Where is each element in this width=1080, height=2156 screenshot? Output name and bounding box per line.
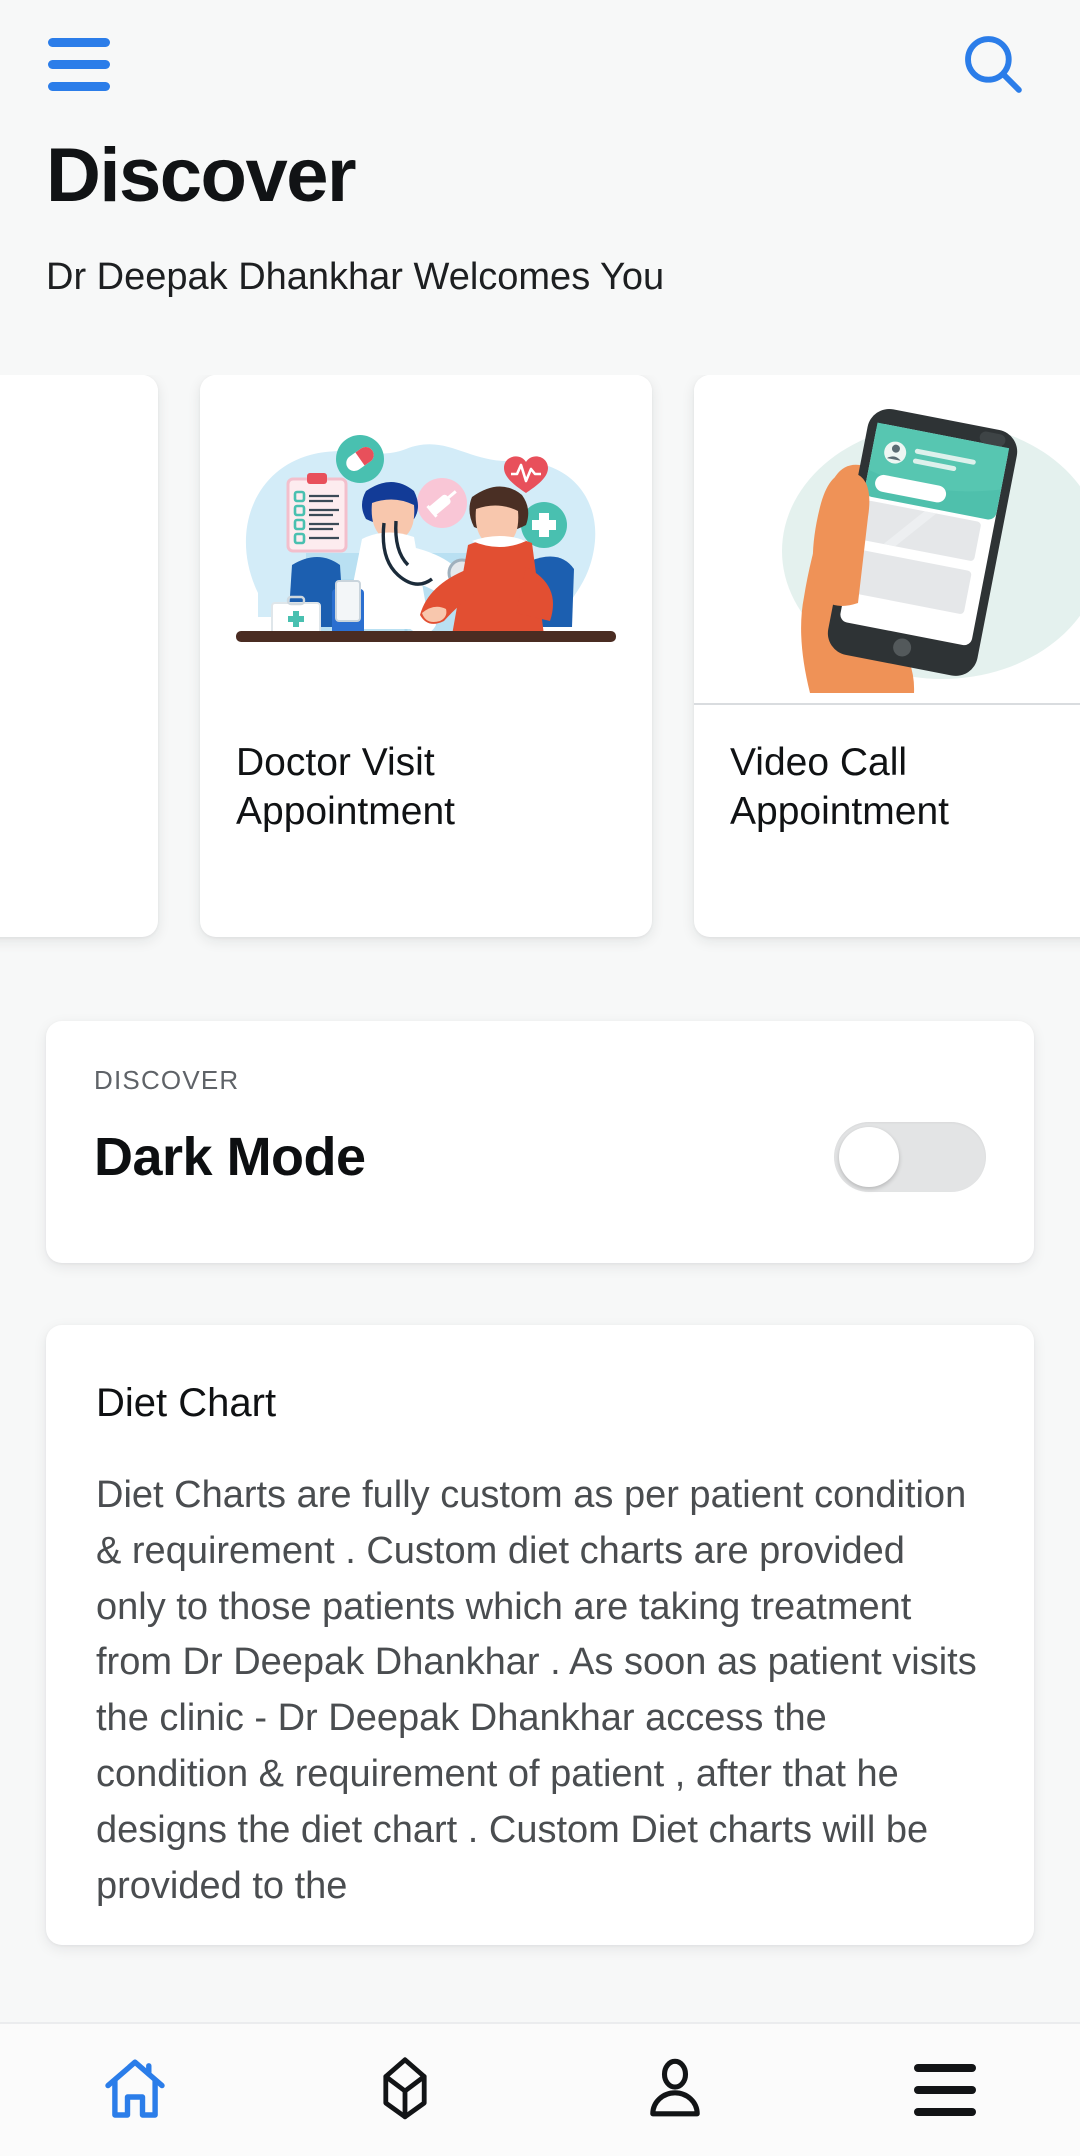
- bottom-navigation-bar: [0, 2022, 1080, 2156]
- promo-card-previous[interactable]: [0, 374, 158, 937]
- dark-mode-toggle[interactable]: [834, 1121, 986, 1192]
- hamburger-bar: [914, 2064, 976, 2072]
- promo-card-title: Video Call Appointment: [730, 740, 949, 833]
- page-header: Discover Dr Deepak Dhankhar Welcomes You: [0, 128, 1080, 299]
- nav-item-home[interactable]: [0, 2024, 270, 2156]
- promo-card-doctor-visit[interactable]: Doctor Visit Appointment: [200, 374, 652, 937]
- page-title: Discover: [46, 133, 357, 218]
- nav-item-products[interactable]: [270, 2024, 540, 2156]
- card-eyebrow-label: DISCOVER: [94, 1064, 240, 1095]
- hamburger-bar: [914, 2108, 976, 2116]
- diet-chart-card: Diet Chart Diet Charts are fully custom …: [46, 1324, 1034, 1945]
- hamburger-menu-icon: [914, 2064, 976, 2116]
- page-subtitle: Dr Deepak Dhankhar Welcomes You: [46, 255, 665, 298]
- carousel-track[interactable]: Doctor Visit Appointment Video Call Appo…: [0, 374, 1080, 937]
- diet-chart-title: Diet Chart: [96, 1380, 277, 1425]
- nav-item-profile[interactable]: [540, 2024, 810, 2156]
- promo-card-video-call[interactable]: Video Call Appointment: [694, 374, 1080, 937]
- hand-holding-phone-illustration: [694, 374, 1080, 705]
- person-icon: [639, 2052, 711, 2129]
- diet-chart-body: Diet Charts are fully custom as per pati…: [96, 1473, 977, 1907]
- promo-card-title: Doctor Visit Appointment: [236, 740, 455, 833]
- toggle-knob: [839, 1126, 899, 1187]
- promo-card-image: [0, 374, 158, 705]
- promo-card-body: Video Call Appointment: [694, 705, 1080, 837]
- dark-mode-card: DISCOVER Dark Mode: [46, 1020, 1034, 1263]
- hamburger-bar: [48, 59, 110, 69]
- dark-mode-row: Dark Mode: [94, 1121, 986, 1192]
- promo-carousel[interactable]: Doctor Visit Appointment Video Call Appo…: [0, 374, 1080, 955]
- search-icon[interactable]: [950, 21, 1036, 107]
- doctor-examining-patient-illustration: [200, 374, 652, 705]
- promo-card-body: Doctor Visit Appointment: [200, 705, 652, 837]
- hamburger-bar: [914, 2086, 976, 2094]
- hamburger-bar: [48, 81, 110, 91]
- home-icon: [99, 2052, 171, 2129]
- dark-mode-title: Dark Mode: [94, 1126, 366, 1187]
- nav-item-more[interactable]: [810, 2024, 1080, 2156]
- top-bar: [0, 0, 1080, 128]
- box-3d-icon: [369, 2052, 441, 2129]
- hamburger-menu-icon[interactable]: [48, 35, 110, 93]
- hamburger-bar: [48, 37, 110, 47]
